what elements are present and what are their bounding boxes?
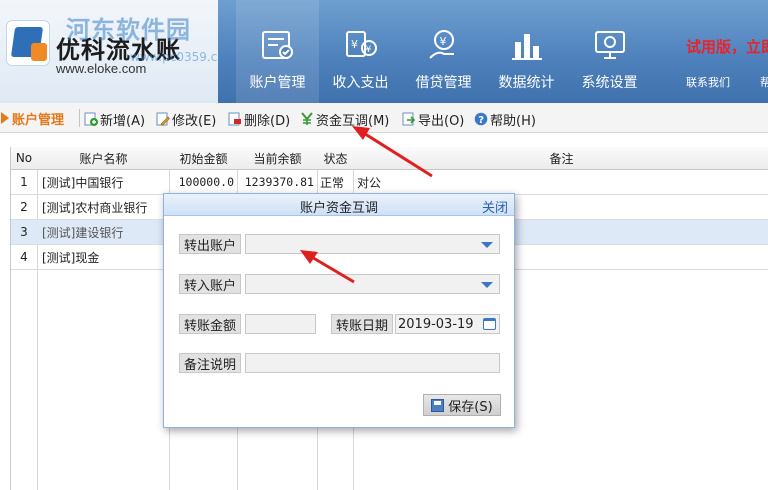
column-header-no[interactable]: No	[11, 147, 37, 169]
delete-icon	[228, 112, 241, 126]
chevron-down-icon[interactable]	[481, 242, 493, 248]
from-account-label: 转出账户	[179, 234, 242, 254]
edit-button[interactable]: 修改(E)	[156, 108, 216, 130]
transfer-dialog: 账户资金互调 关闭 转出账户 转入账户 转账金额 转账日期 2019-03-19…	[163, 193, 515, 428]
nav-label: 收入支出	[332, 75, 389, 91]
export-icon	[402, 112, 416, 126]
dialog-title: 账户资金互调	[299, 201, 378, 216]
stats-icon	[512, 34, 542, 60]
money-icon: ¥ ¥	[346, 31, 377, 57]
module-title: 账户管理	[0, 107, 64, 129]
help-icon: ?	[474, 112, 488, 126]
nav-label: 系统设置	[581, 75, 638, 91]
svg-text:¥: ¥	[366, 45, 372, 55]
app-window: 优科流水账 www.eloke.com 河东软件园 www.pc0359.cn …	[0, 0, 768, 490]
calendar-icon[interactable]	[483, 318, 496, 330]
watermark-url: www.pc0359.cn	[130, 50, 225, 64]
export-button[interactable]: 导出(O)	[402, 108, 464, 130]
nav-loans[interactable]: ¥ 借贷管理	[402, 0, 485, 103]
loan-icon: ¥	[429, 30, 454, 59]
column-header-name[interactable]: 账户名称	[38, 147, 169, 169]
triangle-right-icon	[1, 112, 9, 124]
account-name: [测试]农村商业银行	[42, 200, 148, 215]
nav-label: 数据统计	[498, 75, 555, 91]
header-bar: 优科流水账 www.eloke.com 河东软件园 www.pc0359.cn …	[0, 0, 768, 103]
toolbar-divider	[79, 109, 80, 127]
nav-settings[interactable]: 系统设置	[568, 0, 651, 103]
row-number: 1	[20, 175, 28, 189]
column-header-current[interactable]: 当前余额	[238, 147, 317, 169]
nav-label: 账户管理	[249, 75, 306, 91]
delete-button[interactable]: 删除(D)	[228, 108, 290, 130]
row-number: 2	[20, 200, 28, 214]
transfer-button[interactable]: 资金互调(M)	[300, 108, 389, 130]
from-account-select[interactable]	[245, 234, 500, 254]
svg-text:¥: ¥	[440, 35, 447, 48]
row-number: 4	[20, 250, 28, 264]
add-icon	[84, 112, 98, 126]
amount-label: 转账金额	[179, 314, 242, 334]
help-button[interactable]: ? 帮助(H)	[474, 108, 536, 130]
contact-us-link[interactable]: 联系我们	[686, 74, 730, 90]
nav-accounts[interactable]: 账户管理	[236, 0, 319, 103]
account-status: 正常	[320, 175, 345, 190]
edit-icon	[156, 112, 170, 126]
column-header-status[interactable]: 状态	[318, 147, 353, 169]
nav-statistics[interactable]: 数据统计	[485, 0, 568, 103]
column-header-initial[interactable]: 初始金额	[170, 147, 237, 169]
nav-label: 借贷管理	[415, 75, 472, 91]
app-logo-icon	[6, 20, 50, 66]
svg-text:?: ?	[478, 115, 484, 126]
table-header-row: No 账户名称 初始金额 当前余额 状态 备注	[11, 147, 768, 170]
date-label: 转账日期	[331, 314, 394, 334]
ledger-icon	[262, 31, 293, 59]
watermark-text: 河东软件园	[66, 16, 191, 44]
settings-icon	[595, 31, 625, 59]
toolbar: 账户管理 新增(A) 修改(E) 删除(D) 资金互调(M) 导出(O) ? 帮…	[0, 103, 768, 133]
account-note: 对公	[357, 175, 382, 190]
table-row[interactable]: 1 [测试]中国银行 100000.0 1239370.81 正常 对公	[11, 170, 768, 195]
add-button[interactable]: 新增(A)	[84, 108, 145, 130]
chevron-down-icon[interactable]	[481, 282, 493, 288]
trial-notice-link[interactable]: 试用版，立即	[686, 36, 768, 57]
save-icon	[431, 398, 445, 412]
note-input[interactable]	[245, 353, 500, 373]
dialog-close-button[interactable]: 关闭	[482, 197, 508, 216]
row-number: 3	[20, 225, 28, 239]
to-account-select[interactable]	[245, 274, 500, 294]
save-button[interactable]: 保存(S)	[423, 394, 501, 416]
dialog-titlebar[interactable]: 账户资金互调 关闭	[164, 194, 514, 216]
account-name: [测试]中国银行	[42, 175, 124, 190]
column-header-note[interactable]: 备注	[354, 147, 768, 169]
date-input[interactable]: 2019-03-19	[395, 314, 500, 334]
nav-income-expense[interactable]: ¥ ¥ 收入支出	[319, 0, 402, 103]
to-account-label: 转入账户	[179, 274, 242, 294]
initial-amount: 100000.0	[178, 175, 234, 189]
yen-icon	[301, 112, 313, 125]
note-label: 备注说明	[179, 353, 242, 373]
logo-area: 优科流水账 www.eloke.com 河东软件园 www.pc0359.cn	[0, 0, 225, 103]
account-name: [测试]建设银行	[42, 225, 124, 240]
main-nav: 账户管理 ¥ ¥ 收入支出 ¥ 借贷管理 数据统计 系统设置	[236, 0, 651, 103]
help-link[interactable]: 帮	[760, 74, 768, 90]
current-balance: 1239370.81	[244, 175, 314, 189]
svg-text:¥: ¥	[351, 38, 358, 51]
amount-input[interactable]	[245, 314, 316, 334]
account-name: [测试]现金	[42, 250, 100, 265]
